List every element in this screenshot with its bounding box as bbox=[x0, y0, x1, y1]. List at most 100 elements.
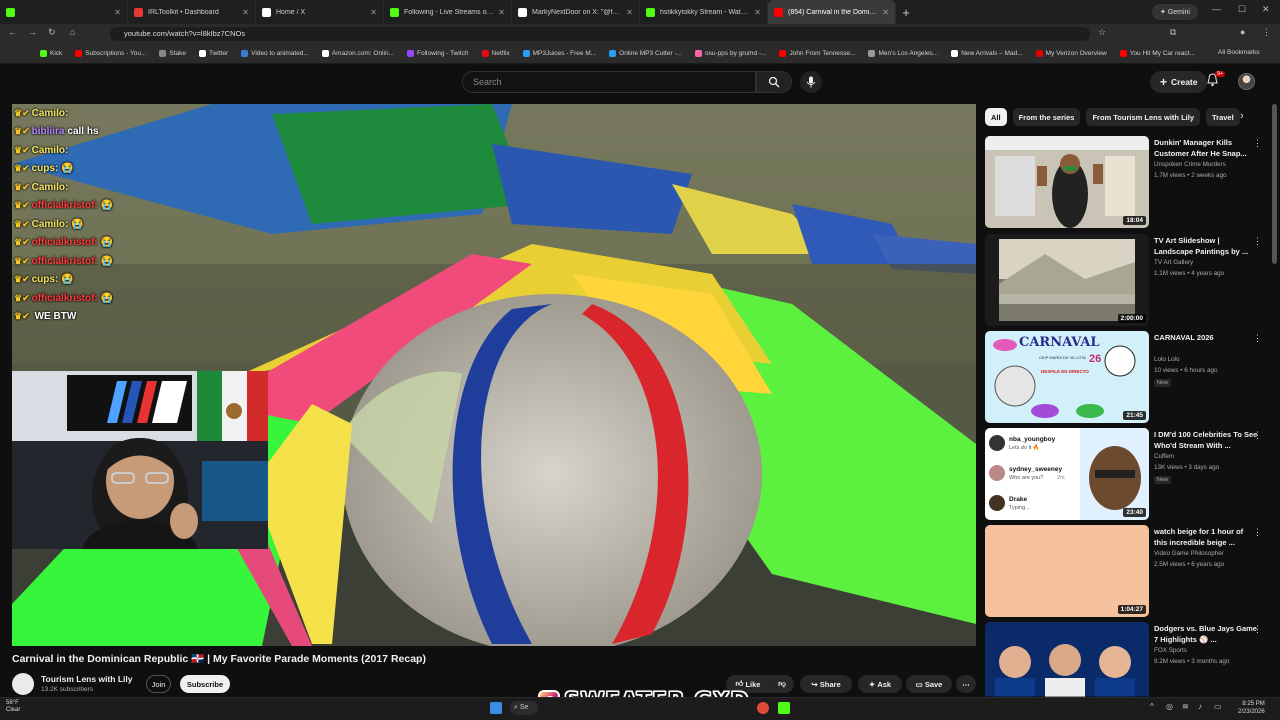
dislike-button[interactable]: 👎︎ bbox=[770, 675, 794, 693]
filter-chip[interactable]: From Tourism Lens with Lily bbox=[1086, 108, 1200, 126]
more-options-icon[interactable]: ⋮ bbox=[1253, 527, 1262, 538]
more-options-icon[interactable]: ⋮ bbox=[1253, 333, 1262, 344]
account-avatar[interactable] bbox=[1238, 73, 1255, 90]
bookmark-favicon-icon bbox=[609, 50, 617, 57]
streamer-webcam bbox=[12, 371, 268, 549]
profile-icon[interactable]: ● bbox=[1240, 27, 1245, 37]
browser-tab[interactable]: hstikkytokky Stream - Watch Li ✕ bbox=[640, 0, 768, 24]
video-thumbnail[interactable]: 18:04 bbox=[985, 136, 1149, 228]
weather-widget[interactable]: 58°F Clear bbox=[6, 700, 20, 714]
browser-tab[interactable]: IRLToolkit • Dashboard ✕ bbox=[128, 0, 256, 24]
bookmark-item[interactable]: Kick bbox=[40, 50, 62, 57]
scrollbar[interactable] bbox=[1272, 104, 1277, 264]
tab-favicon-icon bbox=[390, 7, 399, 17]
share-button[interactable]: ↪ Share bbox=[800, 675, 852, 693]
tab-close-icon[interactable]: ✕ bbox=[498, 8, 505, 17]
video-thumbnail[interactable]: nba_youngboy Lets do it 🔥 sydney_sweeney Wh… bbox=[985, 428, 1149, 520]
filter-chip[interactable]: All bbox=[985, 108, 1007, 126]
bookmark-item[interactable]: Video to animated... bbox=[241, 50, 309, 57]
system-clock[interactable]: 8:25 PM 2/23/2026 bbox=[1238, 700, 1265, 716]
channel-avatar[interactable] bbox=[12, 673, 34, 695]
chrome-taskbar-icon[interactable] bbox=[757, 702, 769, 714]
recommended-video[interactable]: 1:04:27 watch beige for 1 hour of this in… bbox=[985, 525, 1275, 617]
video-thumbnail[interactable]: 1:04:27 bbox=[985, 525, 1149, 617]
browser-tab[interactable]: (854) Carnival in the Dominican ✕ bbox=[768, 0, 896, 24]
bookmark-item[interactable]: Online MP3 Cutter -... bbox=[609, 50, 682, 57]
back-icon[interactable]: ← bbox=[8, 27, 17, 37]
tab-close-icon[interactable]: ✕ bbox=[754, 8, 761, 17]
more-options-icon[interactable]: ⋮ bbox=[1253, 430, 1262, 441]
extensions-icon[interactable]: ⧉ bbox=[1170, 27, 1176, 38]
save-button[interactable]: ▭ Save bbox=[906, 675, 952, 693]
bookmark-star-icon[interactable]: ☆ bbox=[1098, 27, 1106, 38]
start-icon[interactable] bbox=[490, 702, 502, 714]
bookmark-item[interactable]: osu-pps by grumd -... bbox=[695, 50, 766, 57]
search-input[interactable]: Search bbox=[462, 71, 756, 93]
more-options-icon[interactable]: ⋮ bbox=[1253, 624, 1262, 635]
maximize-icon[interactable]: ☐ bbox=[1238, 4, 1246, 15]
wifi-icon[interactable]: ≋ bbox=[1182, 702, 1189, 711]
close-window-icon[interactable]: ✕ bbox=[1262, 4, 1270, 15]
url-field[interactable]: youtube.com/watch?v=l8kIbz7CNOs bbox=[110, 27, 1090, 41]
ask-button[interactable]: ✦ Ask bbox=[858, 675, 902, 693]
bookmark-item[interactable]: MP3Juices - Free M... bbox=[522, 50, 596, 57]
bookmark-item[interactable]: Amazon.com: Onlin... bbox=[321, 50, 394, 57]
chat-username: Camilo: bbox=[31, 218, 69, 230]
taskbar-search[interactable]: ⌕ Se bbox=[510, 701, 538, 715]
search-button[interactable] bbox=[756, 71, 792, 93]
recommended-video[interactable]: nba_youngboy Lets do it 🔥 sydney_sweeney Wh… bbox=[985, 428, 1275, 520]
bookmark-item[interactable]: You Hit My Car react... bbox=[1119, 50, 1195, 57]
video-thumbnail[interactable]: CARNAVAL 26 CEIP MARÍA DE VILLOTA DESFILE E… bbox=[985, 331, 1149, 423]
video-player[interactable]: ♛✔ Camilo: ♛✔ bibliira call hs ♛✔ Camilo: ♛✔ cup… bbox=[12, 104, 976, 646]
bookmark-item[interactable]: Subscriptions - You... bbox=[75, 50, 146, 57]
tab-close-icon[interactable]: ✕ bbox=[242, 8, 249, 17]
browser-tab[interactable]: Following - Live Streams on Ki ✕ bbox=[384, 0, 512, 24]
chevron-right-icon[interactable]: › bbox=[1240, 110, 1244, 122]
video-thumbnail[interactable]: 2:00:00 bbox=[985, 234, 1149, 326]
minimize-icon[interactable]: — bbox=[1212, 4, 1221, 14]
browser-tab[interactable]: ✕ bbox=[0, 0, 128, 24]
recommended-video[interactable]: 18:04 Dunkin' Manager Kills Customer Afte… bbox=[985, 136, 1275, 228]
recommended-video[interactable]: 2:00:00 TV Art Slideshow | Landscape Pain… bbox=[985, 234, 1275, 326]
reload-icon[interactable]: ↻ bbox=[48, 27, 56, 38]
battery-icon[interactable]: ▭ bbox=[1214, 702, 1222, 711]
recommended-video[interactable]: CARNAVAL 26 CEIP MARÍA DE VILLOTA DESFILE E… bbox=[985, 331, 1275, 423]
subscribe-button[interactable]: Subscribe bbox=[180, 675, 230, 693]
menu-icon[interactable]: ⋮ bbox=[1262, 27, 1271, 38]
bookmark-item[interactable]: Twitter bbox=[198, 50, 228, 57]
bookmark-label: Online MP3 Cutter -... bbox=[619, 50, 683, 57]
bookmark-item[interactable]: New Arrivals – Mad... bbox=[951, 50, 1023, 57]
bookmark-item[interactable]: My Verizon Overview bbox=[1035, 50, 1107, 57]
create-button[interactable]: + Create bbox=[1150, 71, 1208, 93]
more-options-icon[interactable]: ⋮ bbox=[1253, 138, 1262, 149]
bookmark-item[interactable]: Men's Los Angeles... bbox=[868, 50, 938, 57]
tab-close-icon[interactable]: ✕ bbox=[626, 8, 633, 17]
tray-app-icon[interactable]: ◎ bbox=[1166, 702, 1173, 711]
more-options-icon[interactable]: ⋮ bbox=[1253, 236, 1262, 247]
bookmark-item[interactable]: John From Tennesse... bbox=[779, 50, 855, 57]
forward-icon[interactable]: → bbox=[28, 27, 37, 37]
chat-message: ♛✔ Camilo: bbox=[12, 178, 272, 197]
all-bookmarks[interactable]: All Bookmarks bbox=[1218, 49, 1260, 56]
join-button[interactable]: Join bbox=[146, 675, 171, 693]
home-icon[interactable]: ⌂ bbox=[70, 27, 75, 37]
filter-chip[interactable]: From the series bbox=[1012, 108, 1081, 126]
chat-username: officialkristof: bbox=[31, 200, 98, 212]
browser-tab[interactable]: MarkyNextDoor on X: "@fhion ✕ bbox=[512, 0, 640, 24]
bookmark-item[interactable]: Following - Twitch bbox=[406, 50, 469, 57]
tab-close-icon[interactable]: ✕ bbox=[114, 8, 121, 17]
voice-search-button[interactable] bbox=[800, 71, 822, 93]
new-tab-button[interactable]: + bbox=[896, 5, 916, 20]
more-actions-button[interactable]: ⋯ bbox=[956, 675, 976, 693]
bookmark-item[interactable]: Stake bbox=[159, 50, 186, 57]
volume-icon[interactable]: ♪ bbox=[1198, 702, 1202, 711]
tab-close-icon[interactable]: ✕ bbox=[370, 8, 377, 17]
tab-close-icon[interactable]: ✕ bbox=[882, 8, 889, 17]
channel-name[interactable]: Tourism Lens with Lily bbox=[41, 674, 132, 684]
browser-tab[interactable]: Home / X ✕ bbox=[256, 0, 384, 24]
kick-taskbar-icon[interactable] bbox=[778, 702, 790, 714]
bookmark-item[interactable]: Netflix bbox=[481, 50, 510, 57]
tray-chevron-icon[interactable]: ^ bbox=[1150, 702, 1154, 711]
filter-chip[interactable]: Travel bbox=[1206, 108, 1240, 126]
gemini-button[interactable]: ✦ Gemini bbox=[1152, 4, 1198, 20]
